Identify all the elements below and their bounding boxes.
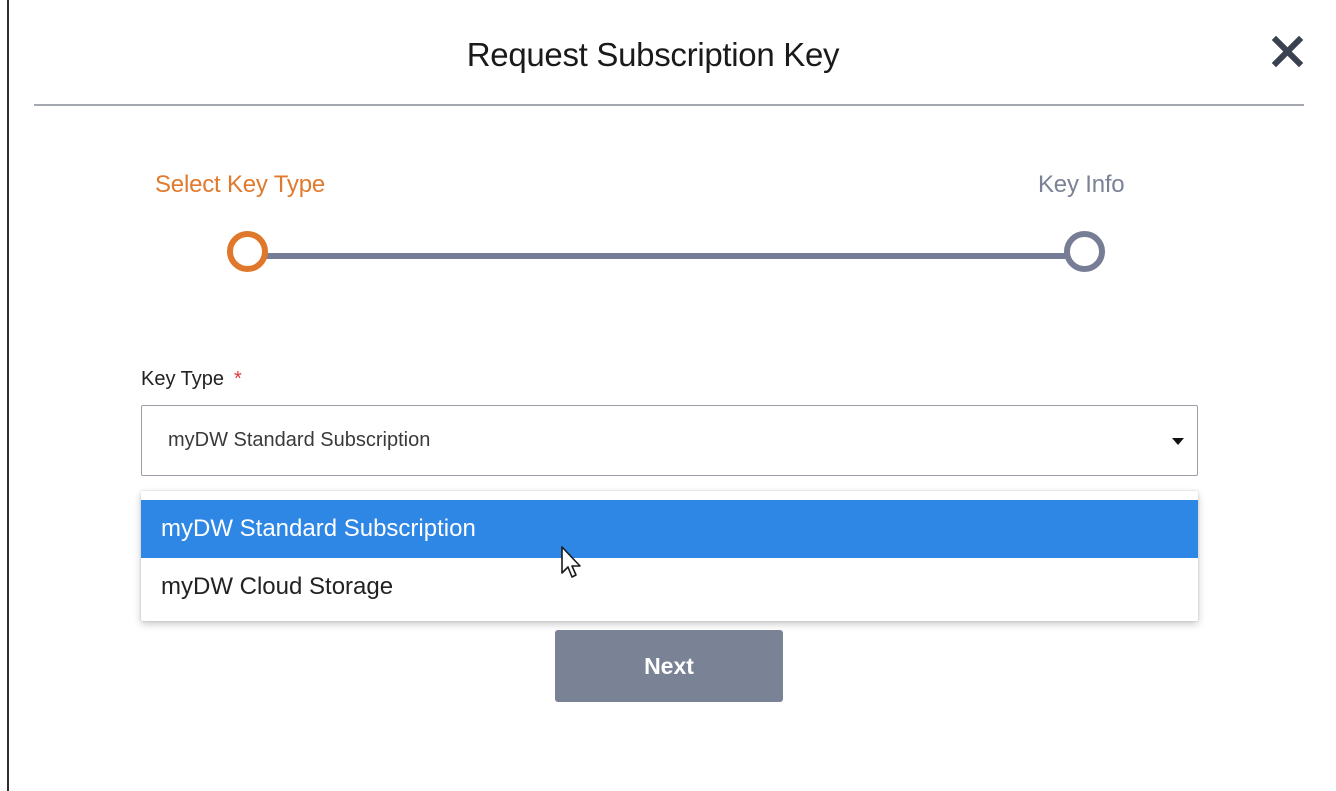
option-mydw-standard-subscription[interactable]: myDW Standard Subscription bbox=[141, 500, 1198, 558]
option-mydw-cloud-storage[interactable]: myDW Cloud Storage bbox=[141, 558, 1198, 616]
step-indicator-key-info bbox=[1064, 231, 1105, 272]
caret-down-icon bbox=[1172, 438, 1184, 445]
key-type-dropdown-menu: myDW Standard Subscription myDW Cloud St… bbox=[141, 491, 1198, 621]
key-type-label: Key Type * bbox=[141, 368, 242, 391]
next-button[interactable]: Next bbox=[555, 630, 783, 702]
close-icon bbox=[1271, 35, 1304, 68]
required-asterisk: * bbox=[234, 368, 242, 390]
step-label-select-key-type: Select Key Type bbox=[155, 171, 325, 198]
stepper-connector-line bbox=[252, 253, 1088, 259]
step-label-key-info: Key Info bbox=[1038, 171, 1125, 198]
key-type-label-text: Key Type bbox=[141, 368, 225, 390]
key-type-select[interactable]: myDW Standard Subscription bbox=[141, 405, 1198, 476]
header-divider bbox=[34, 104, 1304, 106]
request-subscription-key-dialog: Request Subscription Key Select Key Type… bbox=[0, 0, 1336, 791]
dialog-title: Request Subscription Key bbox=[466, 36, 840, 73]
close-button[interactable] bbox=[1268, 32, 1310, 74]
key-type-selected-value: myDW Standard Subscription bbox=[168, 429, 431, 451]
step-indicator-select-key-type bbox=[227, 231, 268, 272]
mouse-pointer-icon bbox=[561, 546, 581, 578]
dialog-left-border bbox=[7, 0, 9, 791]
